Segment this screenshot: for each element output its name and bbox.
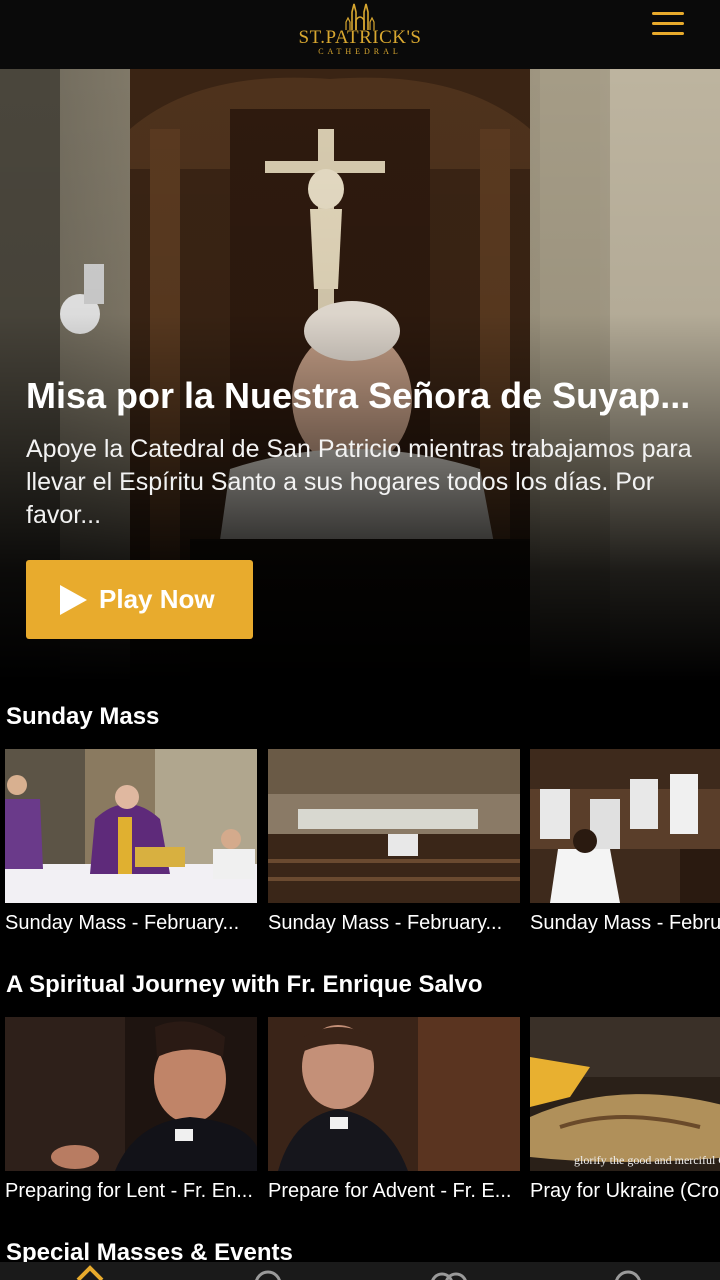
video-card[interactable]: Sunday Mass - Febru: [530, 749, 720, 935]
search-icon[interactable]: [238, 1262, 298, 1280]
video-thumbnail: [530, 749, 720, 903]
library-icon[interactable]: [418, 1262, 478, 1280]
spiritual-journey-row[interactable]: Preparing for Lent - Fr. En... Prepare f…: [0, 1017, 720, 1217]
sunday-mass-row[interactable]: Sunday Mass - February... Sunday Mass - …: [0, 749, 720, 949]
bottom-navigation: [0, 1262, 720, 1280]
section-title-spiritual-journey: A Spiritual Journey with Fr. Enrique Sal…: [6, 971, 483, 998]
video-card[interactable]: Preparing for Lent - Fr. En...: [5, 1017, 257, 1203]
video-thumbnail: [268, 1017, 520, 1171]
play-icon: [60, 584, 87, 615]
logo-subtitle: CATHEDRAL: [318, 47, 402, 56]
top-bar: ST.PATRICK'S CATHEDRAL: [0, 0, 720, 69]
video-card[interactable]: Sunday Mass - February...: [268, 749, 520, 935]
video-title: Sunday Mass - February...: [268, 912, 503, 934]
cathedral-spire-icon: [345, 3, 375, 30]
video-title: Sunday Mass - Febru: [530, 912, 720, 934]
logo-title: ST.PATRICK'S: [298, 27, 422, 48]
hero-banner[interactable]: Misa por la Nuestra Señora de Suyap... A…: [0, 69, 720, 682]
home-icon[interactable]: [60, 1262, 120, 1280]
section-title-sunday-mass: Sunday Mass: [6, 703, 160, 730]
hamburger-menu-icon[interactable]: [650, 12, 686, 40]
video-caption-overlay: glorify the good and merciful C: [574, 1153, 720, 1167]
video-card[interactable]: Prepare for Advent - Fr. E...: [268, 1017, 520, 1203]
play-now-button[interactable]: Play Now: [26, 560, 253, 639]
video-title: Preparing for Lent - Fr. En...: [5, 1180, 253, 1202]
video-title: Pray for Ukraine (Cro: [530, 1180, 719, 1202]
play-now-label: Play Now: [99, 584, 215, 614]
video-title: Sunday Mass - February...: [5, 912, 240, 934]
cathedral-logo[interactable]: ST.PATRICK'S CATHEDRAL: [280, 0, 440, 62]
video-title: Prepare for Advent - Fr. E...: [268, 1180, 512, 1202]
video-thumbnail: [5, 749, 257, 903]
video-thumbnail: [268, 749, 520, 903]
video-thumbnail: glorify the good and merciful C: [530, 1017, 720, 1171]
profile-icon[interactable]: [598, 1262, 658, 1280]
video-thumbnail: [5, 1017, 257, 1171]
hero-title: Misa por la Nuestra Señora de Suyap...: [26, 375, 691, 416]
hero-description: Apoye la Catedral de San Patricio mientr…: [26, 435, 692, 529]
video-card[interactable]: Sunday Mass - February...: [5, 749, 257, 935]
video-card[interactable]: glorify the good and merciful C Pray for…: [530, 1017, 720, 1203]
